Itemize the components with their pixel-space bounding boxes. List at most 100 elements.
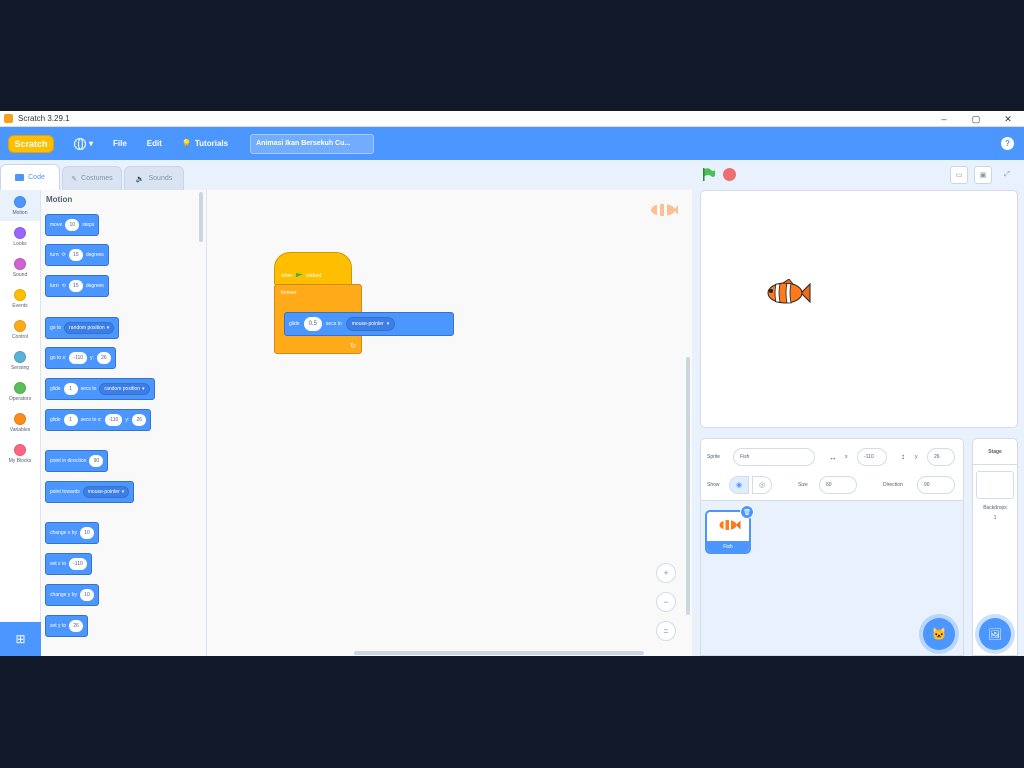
delete-sprite-button[interactable]: 🗑 xyxy=(740,505,754,519)
block-go-to-xy[interactable]: go to x: -110 y: 26 xyxy=(45,347,116,369)
block-input[interactable]: 15 xyxy=(68,280,83,292)
block-text: change x by xyxy=(50,530,77,536)
block-input[interactable]: 26 xyxy=(132,414,147,426)
sprite-name-input[interactable]: Fish xyxy=(733,448,815,466)
block-text: glide xyxy=(50,417,61,423)
green-flag-button[interactable] xyxy=(702,168,716,181)
block-text: degrees xyxy=(85,252,104,258)
category-my-blocks[interactable]: My Blocks xyxy=(0,438,40,469)
direction-input[interactable]: 90 xyxy=(917,476,955,494)
zoom-out-button[interactable]: − xyxy=(656,592,676,612)
category-sensing[interactable]: Sensing xyxy=(0,345,40,376)
block-input[interactable]: 90 xyxy=(89,455,104,467)
block-text: go to xyxy=(50,325,62,331)
project-title-input[interactable]: Animasi Ikan Bersekuh Cu... xyxy=(250,133,375,154)
block-input[interactable]: 1 xyxy=(63,383,78,395)
block-input[interactable]: 26 xyxy=(96,352,111,364)
fullscreen-button[interactable]: ⤢ xyxy=(998,166,1016,184)
block-input[interactable]: -110 xyxy=(69,558,87,570)
block-turn-right[interactable]: turn ⟳ 15 degrees xyxy=(45,244,109,266)
trash-icon: 🗑 xyxy=(743,509,751,516)
tab-code[interactable]: Code xyxy=(0,164,60,190)
block-glide-xy[interactable]: glide 1 secs to x: -110 y: 26 xyxy=(45,409,152,431)
choose-backdrop-button[interactable]: 🖼 xyxy=(979,618,1011,650)
zoom-reset-button[interactable]: = xyxy=(656,621,676,641)
block-input[interactable]: 26 xyxy=(69,620,84,632)
size-input[interactable]: 60 xyxy=(819,476,857,494)
category-events[interactable]: Events xyxy=(0,283,40,314)
block-point-direction[interactable]: point in direction 90 xyxy=(45,450,109,472)
block-turn-left[interactable]: turn ⟲ 15 degrees xyxy=(45,275,109,297)
show-sprite-button[interactable]: ◉ xyxy=(729,476,749,494)
large-stage-button[interactable]: ▣ xyxy=(974,166,992,184)
script-scrollbar-horizontal[interactable] xyxy=(354,651,644,655)
choose-sprite-button[interactable]: 🐱 xyxy=(923,618,955,650)
category-label: My Blocks xyxy=(8,457,32,464)
block-set-x[interactable]: set x to -110 xyxy=(45,553,92,575)
tab-costumes[interactable]: ✎ Costumes xyxy=(62,166,122,190)
block-text: set y to xyxy=(50,623,67,629)
language-menu[interactable]: ▾ xyxy=(74,137,93,150)
script-scrollbar-vertical[interactable] xyxy=(686,357,690,615)
script-area[interactable]: when clicked forever ↻ glide 0.5 secs to… xyxy=(207,190,692,656)
when-flag-clicked-block[interactable]: when clicked xyxy=(274,252,352,286)
block-input[interactable]: 1 xyxy=(63,414,78,426)
block-set-y[interactable]: set y to 26 xyxy=(45,615,89,637)
scratch-logo[interactable]: Scratch xyxy=(8,134,54,153)
small-stage-button[interactable]: ▭ xyxy=(950,166,968,184)
stop-button[interactable] xyxy=(723,168,736,181)
block-input[interactable]: -110 xyxy=(104,414,123,426)
tutorials-menu[interactable]: 💡 Tutorials xyxy=(182,139,228,148)
fish-sprite[interactable] xyxy=(763,279,811,307)
add-extension-button[interactable]: ⊞ xyxy=(0,622,41,656)
chevron-down-icon: ▾ xyxy=(142,386,145,392)
help-icon[interactable]: ? xyxy=(1001,137,1014,150)
stage-header: ▭ ▣ ⤢ xyxy=(692,160,1024,190)
motion-dot-icon xyxy=(14,195,26,208)
file-menu[interactable]: File xyxy=(113,139,127,148)
category-motion[interactable]: Motion xyxy=(0,190,40,221)
dropdown-value: random position xyxy=(69,325,105,331)
glide-secs-input[interactable]: 0.5 xyxy=(303,317,322,331)
block-dropdown[interactable]: mouse-pointer ▾ xyxy=(82,486,130,498)
video-letterbox-top xyxy=(0,0,1024,111)
block-input[interactable]: 10 xyxy=(79,589,94,601)
x-position-input[interactable]: -110 xyxy=(857,448,887,466)
fullscreen-icon: ⤢ xyxy=(1004,171,1010,178)
operators-dot-icon xyxy=(14,381,26,394)
maximize-button[interactable]: ▢ xyxy=(960,111,992,127)
category-control[interactable]: Control xyxy=(0,314,40,345)
dropdown-value: random position xyxy=(104,386,140,392)
glide-target-dropdown[interactable]: mouse-pointer ▾ xyxy=(345,317,396,331)
glide-to-mouse-block[interactable]: glide 0.5 secs to mouse-pointer ▾ xyxy=(284,312,454,336)
block-move-steps[interactable]: move 10 steps xyxy=(45,214,100,236)
category-variables[interactable]: Variables xyxy=(0,407,40,438)
block-input[interactable]: 15 xyxy=(68,249,83,261)
close-button[interactable]: ✕ xyxy=(992,111,1024,127)
zoom-in-button[interactable]: + xyxy=(656,563,676,583)
block-input[interactable]: 10 xyxy=(65,219,80,231)
block-text: secs to xyxy=(325,321,342,327)
block-glide-to[interactable]: glide 1 secs to random position ▾ xyxy=(45,378,155,400)
hide-sprite-button[interactable]: ◎ xyxy=(752,476,772,494)
lightbulb-icon: 💡 xyxy=(181,139,192,148)
block-input[interactable]: -110 xyxy=(69,352,88,364)
block-point-towards[interactable]: point towards mouse-pointer ▾ xyxy=(45,481,135,503)
palette-scrollbar[interactable] xyxy=(199,192,203,242)
block-go-to[interactable]: go to random position ▾ xyxy=(45,317,120,339)
zoom-out-icon: − xyxy=(663,597,669,607)
category-looks[interactable]: Looks xyxy=(0,221,40,252)
y-position-input[interactable]: 26 xyxy=(927,448,955,466)
category-sound[interactable]: Sound xyxy=(0,252,40,283)
category-operators[interactable]: Operators xyxy=(0,376,40,407)
sprite-info-panel: Sprite Fish ↔ x -110 ↕ y 26 Show ◉ ◎ Siz… xyxy=(701,439,963,501)
block-dropdown[interactable]: random position ▾ xyxy=(64,322,115,334)
edit-menu[interactable]: Edit xyxy=(147,139,162,148)
tab-sounds[interactable]: 🔈 Sounds xyxy=(124,166,184,190)
block-change-x[interactable]: change x by 10 xyxy=(45,522,99,544)
minimize-button[interactable]: – xyxy=(928,111,960,127)
block-input[interactable]: 10 xyxy=(79,527,94,539)
block-change-y[interactable]: change y by 10 xyxy=(45,584,99,606)
block-dropdown[interactable]: random position ▾ xyxy=(99,383,150,395)
stage-canvas[interactable] xyxy=(700,190,1018,428)
